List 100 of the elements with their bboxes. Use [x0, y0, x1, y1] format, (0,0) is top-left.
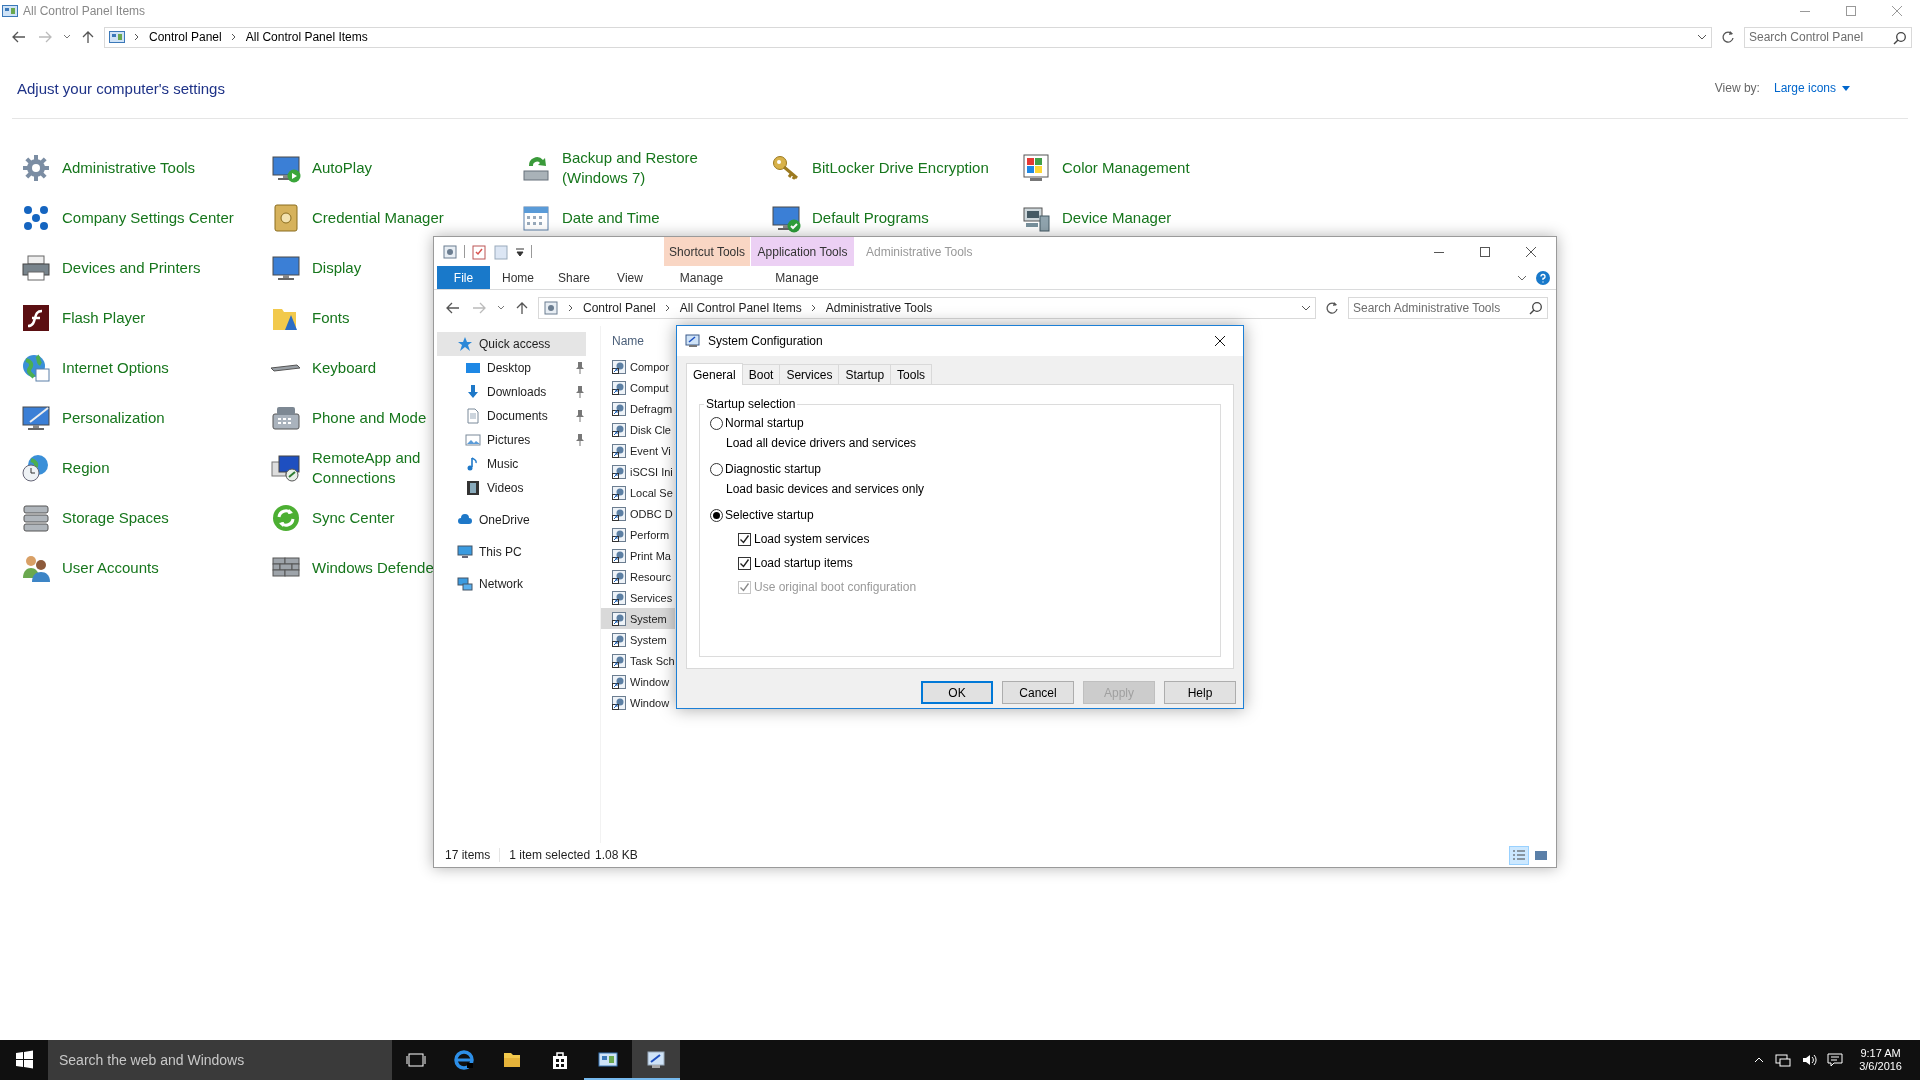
item-link[interactable]: BitLocker Drive Encryption	[812, 158, 989, 178]
radio-label[interactable]: Diagnostic startup	[725, 462, 822, 476]
file-item[interactable]: System	[601, 629, 675, 650]
item-link[interactable]: RemoteApp and Connections	[312, 448, 421, 488]
ribbon-tab[interactable]: Manage	[745, 266, 849, 289]
computer-button[interactable]	[632, 1040, 680, 1080]
breadcrumb-item[interactable]: Administrative Tools	[825, 301, 933, 315]
item-link[interactable]: Backup and Restore (Windows 7)	[562, 148, 698, 188]
search-field[interactable]: Search the web and Windows	[48, 1040, 392, 1080]
address-bar[interactable]: Control Panel All Control Panel Items	[104, 26, 1712, 48]
item-link[interactable]: AutoPlay	[312, 158, 373, 178]
checkbox-label[interactable]: Load startup items	[754, 556, 853, 570]
breadcrumb-item[interactable]: All Control Panel Items	[245, 30, 368, 44]
refresh-button[interactable]	[1324, 300, 1340, 316]
back-button[interactable]	[444, 300, 462, 316]
checkbox-label[interactable]: Load system services	[754, 532, 870, 546]
ribbon-tab[interactable]: Manage	[658, 266, 745, 289]
checkbox[interactable]	[738, 532, 751, 546]
item-link[interactable]: Storage Spaces	[62, 508, 169, 528]
item-link[interactable]: Administrative Tools	[62, 158, 196, 178]
file-item[interactable]: Event Vi	[601, 440, 675, 461]
item-link[interactable]: Fonts	[312, 308, 350, 328]
properties-icon[interactable]	[442, 243, 458, 260]
file-item[interactable]: Local Se	[601, 482, 675, 503]
radio-label[interactable]: Normal startup	[725, 416, 804, 430]
dialog-button[interactable]: Help	[1164, 681, 1236, 704]
item-link[interactable]: Default Programs	[812, 208, 929, 228]
column-header[interactable]: Name	[612, 334, 644, 348]
radio-label[interactable]: Selective startup	[725, 508, 814, 522]
checklist-icon[interactable]	[471, 243, 487, 260]
nav-item[interactable]: Documents	[437, 404, 586, 428]
help-button[interactable]	[1536, 270, 1550, 285]
file-item[interactable]: ODBC D	[601, 503, 675, 524]
nav-item[interactable]: Network	[437, 572, 586, 596]
ribbon-tab[interactable]: View	[602, 266, 658, 289]
file-item[interactable]: Defragm	[601, 398, 675, 419]
nav-item[interactable]: This PC	[437, 540, 586, 564]
item-link[interactable]: Date and Time	[562, 208, 660, 228]
nav-item[interactable]: Videos	[437, 476, 586, 500]
item-link[interactable]: Region	[62, 458, 110, 478]
clock[interactable]: 9:17 AM 3/6/2016	[1853, 1047, 1908, 1073]
item-link[interactable]: Keyboard	[312, 358, 377, 378]
item-link[interactable]: Company Settings Center	[62, 208, 234, 228]
breadcrumb-item[interactable]: Control Panel	[149, 30, 222, 44]
details-view-button[interactable]	[1509, 845, 1529, 865]
breadcrumb-item[interactable]: Control Panel	[583, 301, 656, 315]
file-item[interactable]: Comput	[601, 377, 675, 398]
nav-item[interactable]: Desktop	[437, 356, 586, 380]
file-item[interactable]: Print Ma	[601, 545, 675, 566]
item-link[interactable]: Phone and Mode	[312, 408, 427, 428]
item-link[interactable]: Windows Defende	[312, 558, 434, 578]
file-item[interactable]: iSCSI Ini	[601, 461, 675, 482]
item-link[interactable]: Color Management	[1062, 158, 1190, 178]
radio-button[interactable]	[710, 462, 723, 476]
ribbon-tab[interactable]: Share	[546, 266, 602, 289]
radio-button[interactable]	[710, 416, 723, 430]
nav-item[interactable]: Pictures	[437, 428, 586, 452]
item-link[interactable]: Credential Manager	[312, 208, 444, 228]
up-button[interactable]	[514, 300, 530, 316]
checkbox[interactable]	[738, 556, 751, 570]
address-bar[interactable]: Control Panel All Control Panel Items Administrative Tools	[538, 297, 1316, 319]
item-link[interactable]: Personalization	[62, 408, 165, 428]
volume-icon[interactable]	[1801, 1052, 1818, 1068]
file-item[interactable]: Window	[601, 671, 675, 692]
item-link[interactable]: Internet Options	[62, 358, 169, 378]
ribbon-tab[interactable]: Home	[490, 266, 546, 289]
file-item[interactable]: Window	[601, 692, 675, 713]
tab[interactable]: Startup	[838, 364, 892, 384]
file-item[interactable]: Perform	[601, 524, 675, 545]
nav-item[interactable]: Downloads	[437, 380, 586, 404]
view-by-dropdown[interactable]: Large icons	[1773, 81, 1850, 95]
breadcrumb-item[interactable]: All Control Panel Items	[679, 301, 802, 315]
file-tab[interactable]: File	[437, 266, 490, 289]
tab[interactable]: General	[686, 363, 743, 385]
item-link[interactable]: Flash Player	[62, 308, 146, 328]
tab[interactable]: Tools	[890, 364, 933, 384]
nav-item[interactable]: Quick access	[437, 332, 586, 356]
item-link[interactable]: User Accounts	[62, 558, 159, 578]
radio-button[interactable]	[710, 508, 723, 522]
back-button[interactable]	[10, 29, 28, 45]
up-button[interactable]	[80, 29, 96, 45]
item-link[interactable]: Device Manager	[1062, 208, 1172, 228]
notifications-icon[interactable]	[1827, 1052, 1844, 1068]
item-link[interactable]: Display	[312, 258, 362, 278]
search-field[interactable]: Search Administrative Tools	[1348, 297, 1548, 319]
refresh-button[interactable]	[1720, 29, 1736, 45]
search-field[interactable]: Search Control Panel	[1744, 26, 1912, 48]
file-item[interactable]: Resourc	[601, 566, 675, 587]
item-link[interactable]: Sync Center	[312, 508, 395, 528]
item-link[interactable]: Devices and Printers	[62, 258, 201, 278]
nav-item[interactable]: OneDrive	[437, 508, 586, 532]
file-item[interactable]: Disk Cle	[601, 419, 675, 440]
file-item[interactable]: Services	[601, 587, 675, 608]
nav-item[interactable]: Music	[437, 452, 586, 476]
dialog-button[interactable]: OK	[921, 681, 993, 704]
file-item[interactable]: Task Sch	[601, 650, 675, 671]
network-icon[interactable]	[1775, 1052, 1792, 1068]
file-item[interactable]: Compor	[601, 356, 675, 377]
dialog-button[interactable]: Cancel	[1002, 681, 1074, 704]
file-item[interactable]: System	[601, 608, 675, 629]
